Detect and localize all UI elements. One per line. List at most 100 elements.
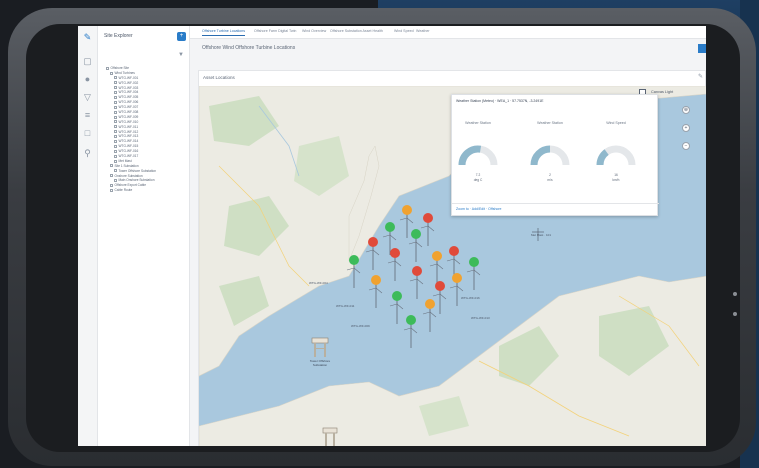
tree-checkbox[interactable] xyxy=(114,81,117,85)
turbine-label: WTG-WF-016 xyxy=(461,296,480,300)
chart-icon[interactable]: ▢ xyxy=(82,56,93,67)
gauges xyxy=(458,145,636,166)
tree-checkbox[interactable] xyxy=(114,110,117,114)
tree-checkbox[interactable] xyxy=(114,159,117,163)
tree-checkbox[interactable] xyxy=(114,86,117,90)
tree-checkbox[interactable] xyxy=(114,100,117,104)
turbine-status-dot xyxy=(349,255,359,265)
tree-item-label: WTG-WF-016 xyxy=(118,149,139,154)
turbine-status-dot xyxy=(392,291,402,301)
tab-digital-twin[interactable]: Offshore Farm Digital Twin xyxy=(254,29,296,33)
turbine-marker[interactable] xyxy=(429,251,444,284)
tree-checkbox[interactable] xyxy=(114,130,117,134)
explorer-add-button[interactable]: + xyxy=(177,32,186,41)
list-icon[interactable]: ≡ xyxy=(82,110,93,121)
popup-title: Weather Station (Meteo) · WEA_1 · 57.753… xyxy=(456,99,544,103)
turbine-marker[interactable] xyxy=(466,257,481,290)
tree-checkbox[interactable] xyxy=(110,184,113,188)
bell-icon[interactable]: ▽ xyxy=(82,92,93,103)
tree-checkbox[interactable] xyxy=(110,188,113,192)
turbine-blade xyxy=(453,258,461,265)
wrench-icon[interactable]: ⚲ xyxy=(82,148,93,159)
tree-checkbox[interactable] xyxy=(114,149,117,153)
tree-item-label: WTG-WF-011 xyxy=(118,124,139,129)
tree-item-label: WTG-WF-017 xyxy=(118,154,139,159)
tree-checkbox[interactable] xyxy=(114,140,117,144)
tree-checkbox[interactable] xyxy=(114,115,117,119)
panel-title: Asset Locations xyxy=(203,75,235,80)
tree-item-label: Site 1 Substation xyxy=(114,163,139,168)
tree-checkbox[interactable] xyxy=(114,169,117,173)
tablet-button-1 xyxy=(733,292,737,296)
tree-checkbox[interactable] xyxy=(110,164,113,168)
turbine-blade xyxy=(375,287,383,294)
zoom-in-button[interactable]: + xyxy=(682,124,690,132)
tree-checkbox[interactable] xyxy=(106,66,109,70)
tree-item-label: WTG-WF-002 xyxy=(118,80,139,85)
tree-checkbox[interactable] xyxy=(114,125,117,129)
filter-icon[interactable]: ▼ xyxy=(178,52,185,59)
turbine-marker[interactable] xyxy=(403,315,418,348)
clipboard-icon[interactable]: □ xyxy=(82,128,93,139)
user-icon[interactable]: ● xyxy=(82,74,93,85)
tree-checkbox[interactable] xyxy=(114,76,117,80)
tree-checkbox[interactable] xyxy=(110,174,113,178)
turbine-status-dot xyxy=(435,281,445,291)
tree-item-label: WTG-WF-004 xyxy=(118,90,139,95)
popup-actions[interactable]: Zoom to · Add/Edit · Offshore xyxy=(456,207,501,211)
tab-turbine-locations[interactable]: Offshore Turbine Locations xyxy=(202,29,246,36)
tree-checkbox[interactable] xyxy=(114,91,117,95)
turbine-marker[interactable] xyxy=(389,291,404,324)
tree-checkbox[interactable] xyxy=(114,105,117,109)
turbine-status-dot xyxy=(371,275,381,285)
turbine-blade xyxy=(436,263,444,270)
tab-wind-speed[interactable]: Wind Speed xyxy=(394,29,414,33)
turbine-marker[interactable] xyxy=(422,299,437,332)
turbine-marker[interactable] xyxy=(449,273,464,306)
turbine-marker[interactable] xyxy=(408,229,423,262)
tree-checkbox[interactable] xyxy=(114,179,117,183)
substation-icon[interactable] xyxy=(311,337,329,357)
tab-weather[interactable]: Weather xyxy=(416,29,430,33)
gauge-3-value: 16 xyxy=(614,173,618,177)
tree-item-label: WTG-WF-010 xyxy=(118,119,139,124)
tree-item[interactable]: Cable Route xyxy=(106,188,156,193)
turbine-status-dot xyxy=(469,257,479,267)
tree-checkbox[interactable] xyxy=(114,144,117,148)
turbine-blade xyxy=(394,260,402,267)
turbine-blade xyxy=(389,234,397,241)
turbine-marker[interactable] xyxy=(432,281,447,314)
gauge-fill xyxy=(596,149,609,166)
turbine-status-dot xyxy=(412,266,422,276)
page-action-button[interactable] xyxy=(698,44,706,53)
tab-bar: Offshore Turbine Locations Offshore Farm… xyxy=(190,26,706,39)
substation-label: Tower Offshore Substation xyxy=(309,359,331,367)
tab-wind-overview[interactable]: Wind Overview xyxy=(302,29,326,33)
turbine-marker[interactable] xyxy=(399,205,414,238)
turbine-blade xyxy=(382,234,391,238)
turbine-marker[interactable] xyxy=(368,275,383,308)
tree-checkbox[interactable] xyxy=(114,154,117,158)
map-view[interactable]: Canvas Light ⊕ + − Weather Station (Mete… xyxy=(199,86,706,446)
tree-item-label: WTG-WF-014 xyxy=(118,139,139,144)
zoom-out-button[interactable]: − xyxy=(682,142,690,150)
sitemap-icon[interactable]: ✎ xyxy=(82,32,93,43)
turbine-blade xyxy=(456,285,464,292)
tree-checkbox[interactable] xyxy=(114,120,117,124)
turbine-marker[interactable] xyxy=(409,266,424,299)
turbine-marker[interactable] xyxy=(420,213,435,246)
tree-checkbox[interactable] xyxy=(114,135,117,139)
gauge-fill xyxy=(458,145,482,166)
edit-icon[interactable]: ✎ xyxy=(698,73,703,80)
tab-substation-health[interactable]: Offshore Substation Asset Health xyxy=(330,29,383,33)
locate-button[interactable]: ⊕ xyxy=(682,106,690,114)
turbine-blade xyxy=(420,225,429,229)
tree-checkbox[interactable] xyxy=(110,71,113,75)
met-mast-label: Met Mast · 101 xyxy=(531,233,552,237)
tree-item-label: WTG-WF-003 xyxy=(118,85,139,90)
tree-item-label: WTG-WF-012 xyxy=(118,129,139,134)
popup-divider xyxy=(452,203,659,204)
turbine-blade xyxy=(449,285,458,289)
tree-checkbox[interactable] xyxy=(114,96,117,99)
site-explorer: Site Explorer + ▼ Offshore Site Wind Turb… xyxy=(98,26,190,446)
